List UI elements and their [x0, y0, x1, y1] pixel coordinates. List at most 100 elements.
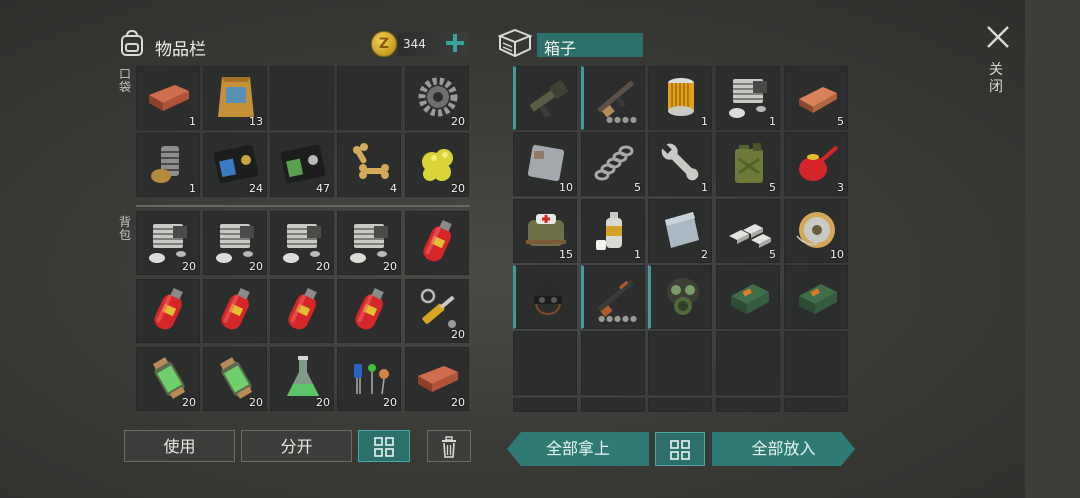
put-all-button[interactable]: 全部放入: [712, 432, 855, 466]
box-empty-slot[interactable]: [513, 398, 577, 412]
durability-dots: ●●●●: [606, 115, 638, 124]
item-count: 20: [383, 396, 397, 409]
sort-inventory-button[interactable]: [358, 430, 410, 462]
backpack-slot[interactable]: 20: [405, 347, 469, 411]
box-slot[interactable]: 3: [784, 132, 848, 196]
grid-icon: [374, 437, 394, 457]
add-coins-button[interactable]: [443, 30, 467, 56]
backpack-slot[interactable]: 20: [270, 347, 334, 411]
pocket-slot[interactable]: 20: [405, 66, 469, 130]
box-slot[interactable]: 5: [784, 66, 848, 130]
box-empty-slot[interactable]: [716, 398, 780, 412]
pocket-slot[interactable]: [270, 66, 334, 130]
backpack-slot[interactable]: [270, 279, 334, 343]
box-title: 箱子: [544, 39, 577, 58]
box-empty-slot[interactable]: [784, 331, 848, 395]
box-slot[interactable]: 1: [716, 66, 780, 130]
pocket-slot[interactable]: 20: [405, 133, 469, 197]
box-slot[interactable]: 1: [648, 132, 712, 196]
backpack-slot[interactable]: 20: [337, 347, 401, 411]
item-count: 2: [701, 248, 708, 261]
grid-icon: [670, 440, 690, 460]
aluminum-bars-icon: [725, 206, 773, 254]
backpack-slot[interactable]: [405, 211, 469, 275]
box-slot[interactable]: [513, 66, 577, 130]
box-empty-slot[interactable]: [784, 398, 848, 412]
backpack-slot[interactable]: 20: [136, 347, 200, 411]
chemical-flask-icon: [212, 354, 260, 402]
pocket-slot[interactable]: [337, 66, 401, 130]
backpack-slot[interactable]: [337, 279, 401, 343]
item-count: 5: [837, 115, 844, 128]
item-count: 1: [634, 248, 641, 261]
backpack-slot[interactable]: 20: [203, 211, 267, 275]
item-count: 10: [559, 181, 573, 194]
oil-can-icon: [793, 139, 841, 187]
section-divider: [136, 205, 470, 207]
brick-icon: [145, 73, 193, 121]
box-empty-slot[interactable]: [513, 331, 577, 395]
erlenmeyer-flask-icon: [279, 354, 327, 402]
ammo-box-icon: [793, 272, 841, 320]
box-slot[interactable]: 15: [513, 199, 577, 263]
right-panel: [1025, 0, 1080, 498]
box-slot[interactable]: [513, 265, 577, 329]
engine-part-icon: [725, 73, 773, 121]
box-slot[interactable]: 2: [648, 199, 712, 263]
box-slot[interactable]: [648, 265, 712, 329]
pocket-slot[interactable]: 4: [337, 133, 401, 197]
box-slot[interactable]: [716, 265, 780, 329]
item-count: 5: [634, 181, 641, 194]
backpack-slot[interactable]: [203, 279, 267, 343]
box-empty-slot[interactable]: [581, 331, 645, 395]
trash-icon: [442, 436, 456, 458]
put-all-label: 全部放入: [751, 439, 816, 458]
box-slot[interactable]: ●●●●●: [581, 265, 645, 329]
box-slot[interactable]: 10: [513, 132, 577, 196]
item-count: 20: [182, 396, 196, 409]
item-count: 5: [769, 248, 776, 261]
item-count: 20: [451, 396, 465, 409]
pocket-slot[interactable]: 47: [270, 133, 334, 197]
box-slot[interactable]: 5: [716, 199, 780, 263]
box-empty-slot[interactable]: [716, 331, 780, 395]
pocket-slot[interactable]: 24: [203, 133, 267, 197]
inventory-title: 物品栏: [155, 40, 206, 60]
backpack-slot[interactable]: [136, 279, 200, 343]
backpack-slot[interactable]: 20: [270, 211, 334, 275]
backpack-slot[interactable]: 20: [337, 211, 401, 275]
box-slot[interactable]: ●●●●: [581, 66, 645, 130]
backpack-icon: [117, 28, 147, 58]
box-slot[interactable]: [784, 265, 848, 329]
sort-box-button[interactable]: [655, 432, 705, 466]
pocket-slot[interactable]: 13: [203, 66, 267, 130]
close-button[interactable]: [983, 22, 1013, 52]
box-empty-slot[interactable]: [648, 398, 712, 412]
box-slot[interactable]: 1: [581, 199, 645, 263]
item-count: 13: [249, 115, 263, 128]
green-id-card-icon: [279, 140, 327, 188]
use-button[interactable]: 使用: [124, 430, 235, 462]
pocket-slot[interactable]: 1: [136, 66, 200, 130]
item-count: 1: [189, 115, 196, 128]
split-button[interactable]: 分开: [241, 430, 352, 462]
backpack-slot[interactable]: 20: [405, 279, 469, 343]
gas-cylinder-icon: [145, 286, 193, 334]
pockets-label: 口袋: [118, 67, 131, 94]
box-empty-slot[interactable]: [648, 331, 712, 395]
box-slot[interactable]: 10: [784, 199, 848, 263]
ak-rifle-icon: [592, 272, 640, 320]
copper-ingot-icon: [793, 73, 841, 121]
box-empty-slot[interactable]: [581, 398, 645, 412]
item-count: 24: [249, 182, 263, 195]
pocket-slot[interactable]: 1: [136, 133, 200, 197]
box-slot[interactable]: 5: [581, 132, 645, 196]
trash-button[interactable]: [427, 430, 471, 462]
filter-cartridge-icon: [657, 73, 705, 121]
backpack-slot[interactable]: 20: [203, 347, 267, 411]
take-all-button[interactable]: 全部拿上: [507, 432, 649, 466]
box-slot[interactable]: 1: [648, 66, 712, 130]
box-slot[interactable]: 5: [716, 132, 780, 196]
backpack-slot[interactable]: 20: [136, 211, 200, 275]
close-icon: [987, 26, 1009, 48]
